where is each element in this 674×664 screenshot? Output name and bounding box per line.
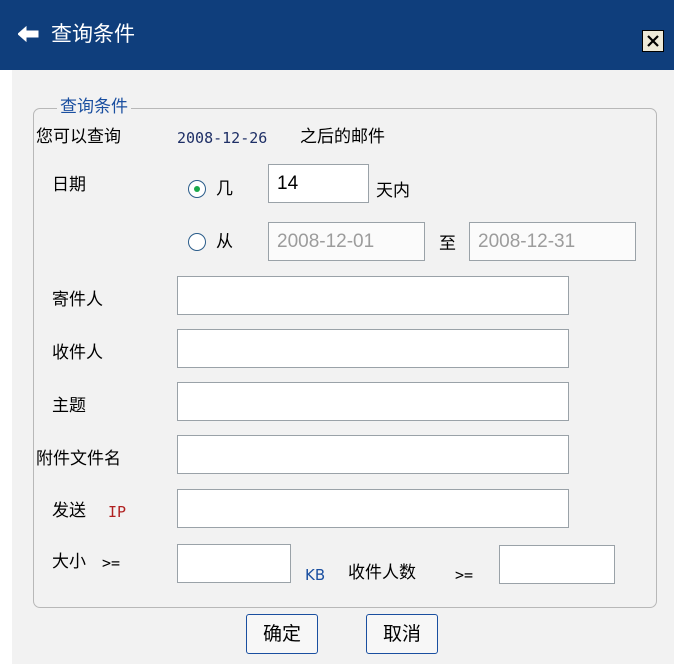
- recipient-label: 收件人: [52, 343, 103, 363]
- fieldset-legend: 查询条件: [57, 96, 131, 118]
- range-from-input[interactable]: [268, 222, 425, 261]
- cancel-button[interactable]: 取消: [366, 614, 438, 654]
- range-to-input[interactable]: [469, 222, 636, 261]
- attachment-label: 附件文件名: [36, 449, 121, 469]
- recipients-count-label: 收件人数: [348, 563, 416, 583]
- kb-label: KB: [305, 566, 326, 584]
- back-arrow-icon[interactable]: [18, 25, 40, 43]
- info-suffix: 之后的邮件: [300, 127, 385, 147]
- size-input[interactable]: [177, 544, 291, 583]
- close-icon: [647, 35, 659, 47]
- info-prefix: 您可以查询: [36, 127, 121, 147]
- recipient-input[interactable]: [177, 329, 569, 368]
- title-bar: 查询条件: [0, 0, 674, 70]
- days-suffix: 天内: [376, 181, 410, 201]
- radio-range[interactable]: [188, 233, 206, 251]
- radio-days[interactable]: [188, 180, 206, 198]
- radio-days-label: 几: [216, 179, 233, 199]
- date-label: 日期: [52, 175, 86, 195]
- days-input[interactable]: [268, 164, 369, 203]
- subject-input[interactable]: [177, 382, 569, 421]
- recipients-count-operator: >=: [455, 566, 474, 584]
- size-label: 大小: [52, 552, 86, 572]
- recipients-count-input[interactable]: [499, 545, 615, 584]
- close-button[interactable]: [642, 30, 664, 52]
- attachment-input[interactable]: [177, 435, 569, 474]
- send-ip-label-ip: IP: [108, 503, 127, 521]
- send-ip-label: 发送: [52, 501, 86, 521]
- range-to-label: 至: [439, 234, 456, 254]
- sender-input[interactable]: [177, 276, 569, 315]
- ok-button[interactable]: 确定: [246, 614, 318, 654]
- sender-label: 寄件人: [52, 290, 103, 310]
- subject-label: 主题: [52, 396, 86, 416]
- info-date: 2008-12-26: [177, 129, 268, 147]
- window-title: 查询条件: [51, 22, 135, 46]
- radio-range-label: 从: [216, 232, 233, 252]
- size-operator: >=: [102, 554, 121, 572]
- send-ip-input[interactable]: [177, 489, 569, 528]
